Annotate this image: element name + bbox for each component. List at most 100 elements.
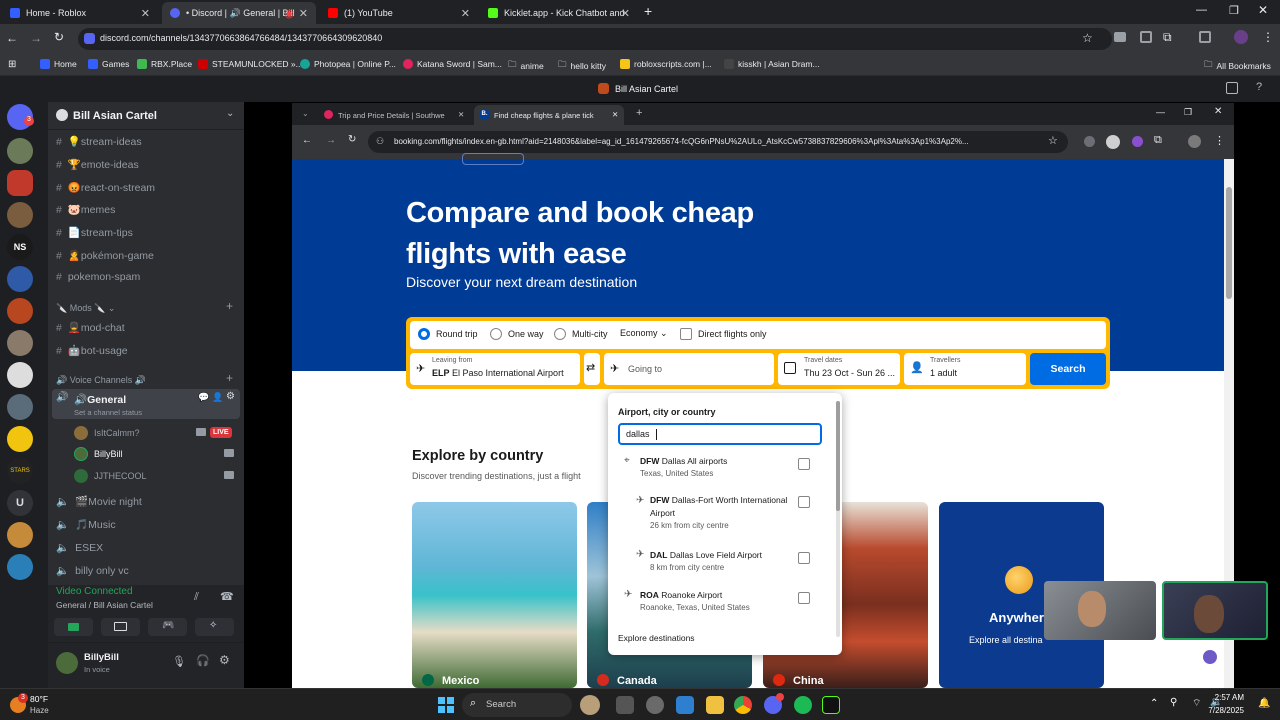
tab-search-icon[interactable]: ⌄	[302, 109, 309, 118]
close-icon[interactable]: ✕	[612, 110, 618, 119]
menu-icon[interactable]: ⋮	[1214, 134, 1225, 147]
leaving-from-field[interactable]: ✈ Leaving from ELP El Paso International…	[410, 353, 580, 385]
direct-flights-checkbox[interactable]: Direct flights only	[680, 328, 767, 340]
server-icon[interactable]	[7, 394, 33, 420]
kick-app-icon[interactable]	[822, 696, 840, 714]
close-icon[interactable]: ✕	[458, 110, 464, 119]
url-bar[interactable]: discord.com/channels/1343770663864766484…	[78, 28, 1112, 50]
checkbox-icon[interactable]	[798, 592, 810, 604]
chevron-up-icon[interactable]: ⌃	[1150, 698, 1158, 709]
disconnect-icon[interactable]: ☎	[220, 590, 234, 603]
add-channel-icon[interactable]: +	[226, 371, 233, 385]
voice-user-isitcalmm[interactable]: IsItCalmm? LIVE	[74, 425, 240, 443]
server-icon[interactable]	[7, 426, 33, 452]
bookmark-katana[interactable]: Katana Sword | Sam...	[403, 59, 502, 69]
inner-tab-booking[interactable]: B. Find cheap flights & plane tick ✕	[474, 105, 624, 125]
back-button[interactable]: ←	[302, 135, 312, 146]
menu-icon[interactable]: ⋮	[1262, 30, 1274, 44]
headphones-icon[interactable]: 🎧	[196, 654, 210, 667]
cabin-class-select[interactable]: Economy ⌄	[620, 328, 668, 339]
search-button[interactable]: Search	[1030, 353, 1106, 385]
extension-icon[interactable]	[1132, 136, 1143, 147]
close-icon[interactable]: ✕	[299, 7, 308, 20]
voice-channel-music[interactable]: 🔈 🎵Music	[56, 518, 116, 531]
destination-search-input[interactable]: dallas	[618, 423, 822, 445]
swap-button[interactable]: ⇄	[584, 353, 600, 385]
channel-emote-ideas[interactable]: # 🏆emote-ideas	[56, 158, 139, 171]
back-button[interactable]: ←	[6, 31, 18, 45]
server-icon-active[interactable]	[7, 170, 33, 196]
bookmark-star-icon[interactable]: ☆	[1048, 134, 1058, 147]
channel-stream-tips[interactable]: # 📄stream-tips	[56, 226, 133, 239]
server-icon-ns[interactable]: NS	[7, 234, 33, 260]
forward-button[interactable]: →	[30, 31, 42, 45]
dropdown-option-roa[interactable]: ✈ ROA Roanoke Airport Roanoke, Texas, Un…	[608, 585, 832, 617]
inner-url-bar[interactable]: ⚇ booking.com/flights/index.en-gb.html?a…	[368, 131, 1068, 153]
webcam-tile-billybill[interactable]	[1162, 581, 1268, 640]
apps-grid-icon[interactable]: ⊞	[8, 59, 16, 70]
voice-channel-general[interactable]: 🔊 🔊General Set a channel status 💬 👤 ⚙	[52, 389, 240, 419]
server-header[interactable]: Bill Asian Cartel ⌄	[48, 102, 244, 130]
bookmark-kisskh[interactable]: kisskh | Asian Dram...	[724, 59, 820, 69]
new-tab-button[interactable]: +	[636, 107, 642, 119]
server-icon[interactable]	[7, 522, 33, 548]
soundboard-button[interactable]: ✧	[195, 618, 234, 636]
puzzle-icon[interactable]: ⧉	[1163, 30, 1172, 45]
reload-button[interactable]: ↻	[54, 30, 64, 44]
bookmark-robloxscripts[interactable]: robloxscripts.com |...	[620, 59, 712, 69]
server-icon-stars[interactable]: STARS	[7, 458, 33, 484]
server-icon[interactable]	[7, 266, 33, 292]
add-channel-icon[interactable]: +	[226, 299, 233, 313]
radio-round-trip[interactable]: Round trip	[418, 328, 478, 340]
tab-discord[interactable]: • Discord | 🔊 General | Bill ◉ ✕	[162, 2, 316, 24]
screen-share-button[interactable]	[101, 618, 140, 636]
category-voice[interactable]: 🔊 Voice Channels 🔊	[56, 375, 146, 386]
server-icon[interactable]	[7, 298, 33, 324]
voice-channel-movie-night[interactable]: 🔈 🎬Movie night	[56, 495, 142, 508]
server-icon[interactable]	[7, 202, 33, 228]
category-mods[interactable]: 🔪 Mods 🔪 ⌄	[56, 303, 115, 314]
checkbox-icon[interactable]	[798, 552, 810, 564]
channel-pokemon-spam[interactable]: # pokemon-spam	[56, 271, 140, 283]
dropdown-option-dfw-intl[interactable]: ✈ DFW Dallas-Fort Worth International Ai…	[608, 491, 832, 535]
checkbox-icon[interactable]	[798, 496, 810, 508]
microphone-icon[interactable]: 🎙	[172, 655, 186, 668]
minimize-button[interactable]: —	[1196, 4, 1207, 16]
avatar[interactable]	[56, 652, 78, 674]
dropdown-option-dal[interactable]: ✈ DAL Dallas Love Field Airport 8 km fro…	[608, 545, 832, 577]
webcam-tile-isitcalmm[interactable]	[1044, 581, 1156, 640]
server-icon[interactable]	[7, 330, 33, 356]
radio-one-way[interactable]: One way	[490, 328, 544, 340]
profile-avatar[interactable]	[1188, 135, 1201, 148]
network-usage-icon[interactable]: ⚲	[1170, 697, 1177, 708]
hero-tab-pill[interactable]	[462, 153, 524, 165]
task-view-icon[interactable]	[616, 696, 634, 714]
voice-user-billybill[interactable]: BillyBill	[74, 446, 240, 464]
close-window-button[interactable]: ✕	[1214, 106, 1222, 117]
server-icon[interactable]	[7, 362, 33, 388]
camera-button[interactable]	[54, 618, 93, 636]
windows-start-icon[interactable]	[438, 697, 454, 713]
extension-icon[interactable]	[1114, 32, 1126, 42]
close-icon[interactable]: ✕	[461, 7, 470, 20]
site-info-icon[interactable]	[84, 33, 95, 44]
profile-avatar[interactable]	[1106, 135, 1120, 149]
spotify-icon[interactable]	[794, 696, 812, 714]
gear-icon[interactable]: ⚙	[226, 391, 235, 402]
puzzle-icon[interactable]: ⧉	[1154, 134, 1162, 147]
help-icon[interactable]: ?	[1256, 81, 1262, 93]
minimize-button[interactable]: —	[1156, 107, 1165, 117]
all-bookmarks[interactable]: 🗀 All Bookmarks	[1204, 59, 1271, 73]
bookmark-hello-kitty[interactable]: 🗀 hello kitty	[558, 59, 606, 73]
close-icon[interactable]: ✕	[621, 7, 630, 20]
channel-mod-chat[interactable]: # 💂mod-chat	[56, 321, 125, 334]
channel-memes[interactable]: # 🐷memes	[56, 203, 115, 216]
invite-icon[interactable]: 👤	[212, 392, 223, 403]
bookmark-anime[interactable]: 🗀 anime	[508, 59, 544, 73]
restore-button[interactable]: ❐	[1229, 4, 1239, 17]
profile-avatar[interactable]	[1234, 30, 1248, 44]
bookmark-games[interactable]: Games	[88, 59, 129, 69]
widgets-icon[interactable]	[676, 696, 694, 714]
channel-stream-ideas[interactable]: # 💡stream-ideas	[56, 135, 142, 148]
bookmark-home[interactable]: Home	[40, 59, 77, 69]
